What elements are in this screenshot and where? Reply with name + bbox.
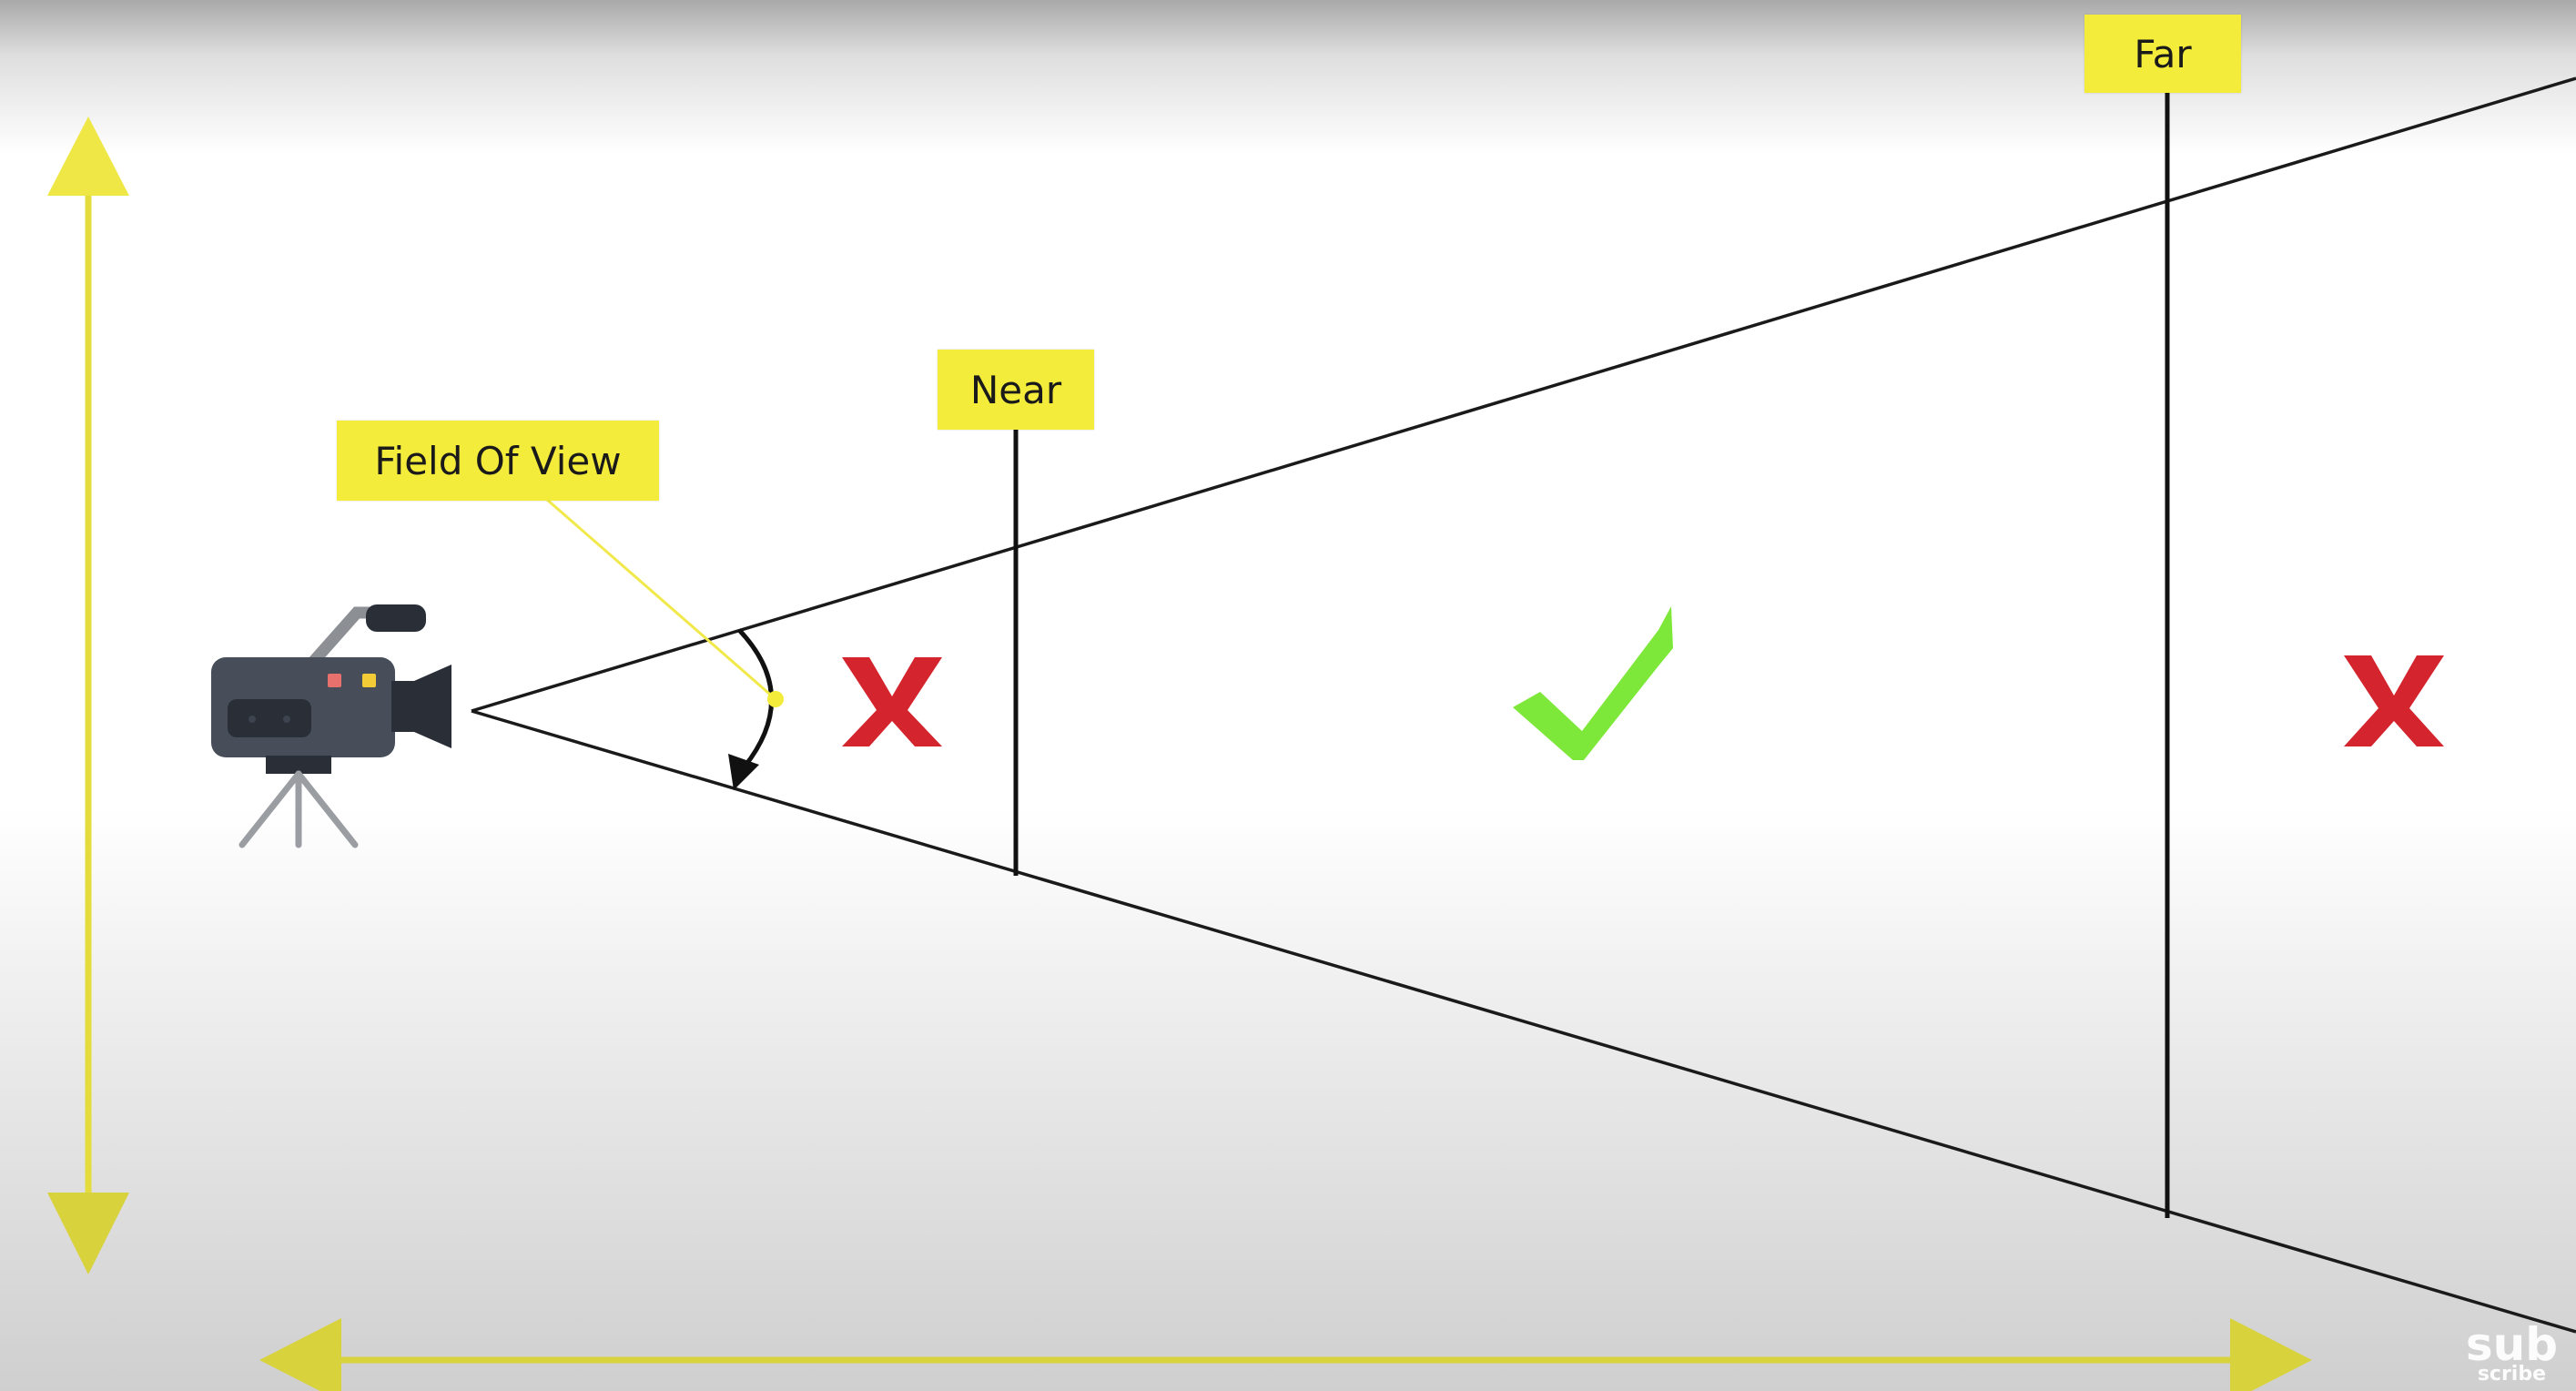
red-x-icon-far: [2344, 655, 2444, 746]
frustum-upper-edge: [471, 76, 2576, 713]
green-checkmark-icon: [1513, 606, 1673, 760]
near-plane-label: Near: [938, 350, 1094, 430]
red-x-icon-near: [842, 657, 942, 746]
vertical-axis-arrow: [47, 117, 129, 1274]
fov-pointer: [545, 497, 784, 707]
horizontal-axis-arrow: [259, 1318, 2312, 1391]
video-camera-icon: [211, 604, 451, 848]
field-of-view-label-text: Field Of View: [374, 438, 622, 483]
far-plane-label-text: Far: [2134, 31, 2192, 76]
frustum-diagram: [47, 76, 2576, 1391]
watermark-main-text: sub: [2465, 1318, 2558, 1372]
near-plane-label-text: Near: [969, 367, 1062, 412]
subscribe-watermark[interactable]: sub scribe: [2465, 1318, 2558, 1386]
frustum-lower-edge: [471, 709, 2576, 1334]
fov-arc: [728, 628, 774, 790]
far-plane-label: Far: [2084, 15, 2241, 93]
diagram-canvas: Field Of View Near Far sub scribe: [0, 0, 2576, 1391]
watermark-sub-text: scribe: [2477, 1363, 2547, 1386]
field-of-view-label: Field Of View: [337, 421, 659, 501]
